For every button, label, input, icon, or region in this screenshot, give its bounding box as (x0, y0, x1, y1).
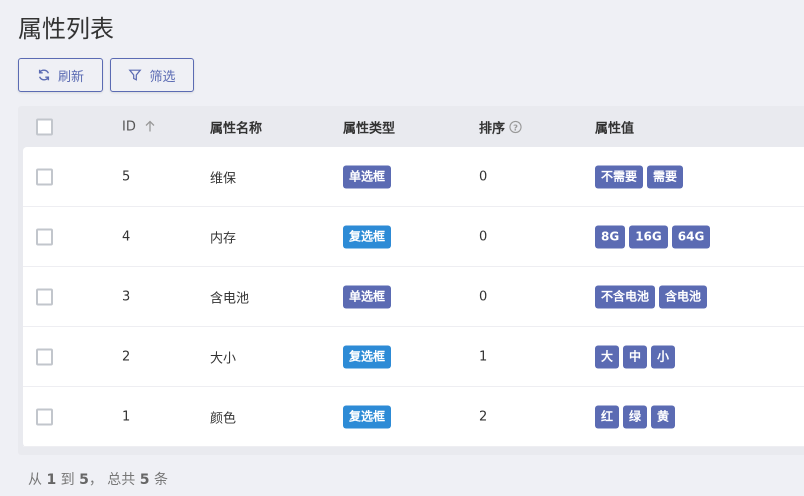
cell-sort: 0 (479, 289, 488, 304)
header-values: 属性值 (595, 121, 635, 136)
table-body: 5 维保 单选框 0 不需要 需要 4 内存 复选框 0 8G 16G 64G 3 含… (23, 147, 804, 447)
help-icon[interactable]: ? (509, 120, 522, 133)
value-badge: 8G (595, 225, 626, 248)
cell-id: 2 (122, 349, 131, 364)
cell-values: 8G 16G 64G (595, 225, 711, 248)
value-badge: 需要 (647, 165, 684, 188)
value-badge: 红 (595, 405, 620, 428)
page-title: 属性列表 (18, 15, 114, 43)
sort-arrow-up-icon (145, 120, 155, 132)
header-sort: 排序 ? (479, 117, 522, 136)
type-badge: 复选框 (343, 225, 392, 248)
cell-values: 不含电池 含电池 (595, 285, 708, 308)
type-badge: 单选框 (343, 285, 392, 308)
value-badge: 小 (651, 345, 676, 368)
table-header: ID 属性名称 属性类型 排序 ? 属性值 (18, 106, 804, 147)
cell-name: 颜色 (210, 411, 237, 426)
cell-sort: 0 (479, 169, 488, 184)
type-badge: 单选框 (343, 165, 392, 188)
table-row: 1 颜色 复选框 2 红绿黄 (23, 387, 804, 447)
value-badge: 不需要 (595, 165, 644, 188)
filter-button[interactable]: 筛选 (110, 58, 194, 92)
row-checkbox[interactable] (36, 168, 53, 185)
header-type: 属性类型 (343, 121, 396, 136)
row-checkbox[interactable] (36, 408, 53, 425)
value-badge: 不含电池 (595, 285, 656, 308)
table-row: 2 大小 复选框 1 大中小 (23, 327, 804, 387)
header-id[interactable]: ID (122, 119, 156, 134)
table-row: 3 含电池 单选框 0 不含电池 含电池 (23, 267, 804, 327)
type-badge: 复选框 (343, 345, 392, 368)
refresh-icon (38, 69, 50, 81)
attribute-table: ID 属性名称 属性类型 排序 ? 属性值 5 维保 单选框 0 不需要 需要 4… (18, 106, 804, 455)
filter-label: 筛选 (149, 68, 176, 84)
value-badge: 中 (623, 345, 648, 368)
cell-values: 不需要 需要 (595, 165, 684, 188)
table-row: 5 维保 单选框 0 不需要 需要 (23, 147, 804, 207)
filter-icon (128, 69, 143, 81)
value-badge: 16G (629, 225, 668, 248)
pagination-info: 从 1 到 5， 总共 5 条 (28, 472, 168, 488)
value-badge: 64G (671, 225, 711, 248)
value-badge: 大 (595, 345, 620, 368)
cell-sort: 2 (479, 409, 488, 424)
cell-name: 大小 (210, 351, 237, 366)
cell-values: 大中小 (595, 345, 676, 368)
header-name: 属性名称 (210, 121, 263, 136)
select-all-checkbox[interactable] (36, 118, 53, 135)
row-checkbox[interactable] (36, 228, 53, 245)
cell-id: 4 (122, 229, 131, 244)
row-checkbox[interactable] (36, 288, 53, 305)
svg-text:?: ? (513, 122, 518, 132)
type-badge: 复选框 (343, 405, 392, 428)
cell-sort: 0 (479, 229, 488, 244)
cell-sort: 1 (479, 349, 488, 364)
value-badge: 含电池 (659, 285, 708, 308)
cell-id: 5 (122, 169, 131, 184)
cell-name: 维保 (210, 171, 237, 186)
cell-id: 3 (122, 289, 131, 304)
value-badge: 绿 (623, 405, 648, 428)
cell-values: 红绿黄 (595, 405, 676, 428)
refresh-button[interactable]: 刷新 (18, 58, 103, 92)
cell-id: 1 (122, 409, 131, 424)
value-badge: 黄 (651, 405, 676, 428)
row-checkbox[interactable] (36, 348, 53, 365)
cell-name: 内存 (210, 231, 237, 246)
table-row: 4 内存 复选框 0 8G 16G 64G (23, 207, 804, 267)
cell-name: 含电池 (210, 291, 250, 306)
refresh-label: 刷新 (57, 68, 84, 84)
